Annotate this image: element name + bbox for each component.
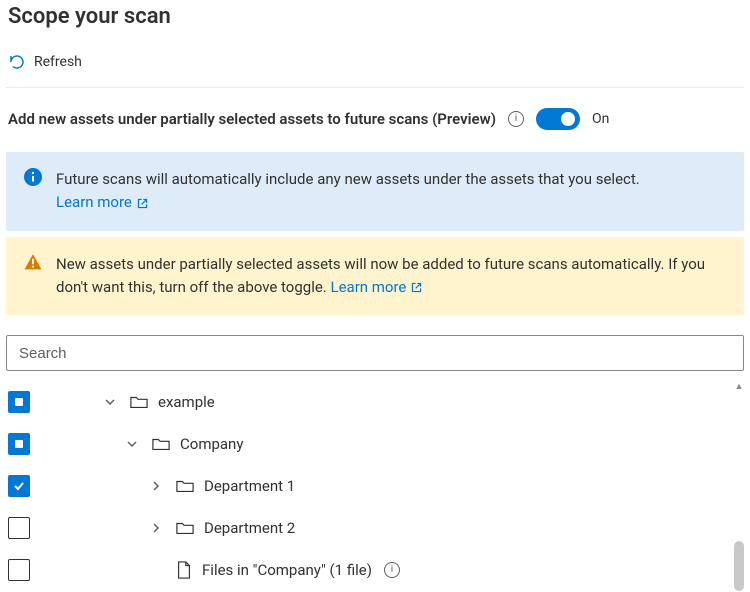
folder-icon [152, 436, 170, 452]
chevron-down-icon[interactable] [122, 438, 142, 450]
chevron-down-icon[interactable] [100, 396, 120, 408]
info-icon[interactable]: i [384, 562, 400, 578]
external-link-icon [410, 278, 423, 296]
future-scans-toggle[interactable] [536, 108, 580, 130]
info-text: Future scans will automatically include … [56, 170, 640, 188]
tree-item-label: Department 2 [204, 519, 295, 537]
info-panel: Future scans will automatically include … [6, 152, 744, 231]
toggle-state-label: On [592, 111, 609, 127]
tree-row[interactable]: Company [6, 423, 744, 465]
tree-row[interactable]: Department 1 [6, 465, 744, 507]
vertical-scrollbar[interactable]: ▲ [734, 379, 744, 591]
folder-icon [176, 520, 194, 536]
toggle-caption: Add new assets under partially selected … [8, 110, 496, 128]
tree-row[interactable]: Files in "Company" (1 file) i [6, 549, 744, 591]
assets-tree: example Company [6, 377, 744, 591]
refresh-label: Refresh [34, 54, 82, 70]
tree-item-label: Department 1 [204, 477, 295, 495]
tree-row[interactable]: example [6, 381, 744, 423]
chevron-right-icon[interactable] [146, 522, 166, 534]
checkbox-unchecked[interactable] [8, 517, 30, 539]
warning-panel: New assets under partially selected asse… [6, 237, 744, 316]
folder-icon [176, 478, 194, 494]
info-learn-more-link[interactable]: Learn more [56, 193, 149, 211]
chevron-right-icon[interactable] [146, 480, 166, 492]
tree-item-label: Company [180, 435, 243, 453]
external-link-icon [136, 193, 149, 211]
tree-item-label: Files in "Company" (1 file) [202, 561, 372, 579]
checkbox-partial[interactable] [8, 433, 30, 455]
checkbox-partial[interactable] [8, 391, 30, 413]
checkbox-checked[interactable] [8, 475, 30, 497]
tree-item-label: example [158, 393, 215, 411]
warning-learn-more-link[interactable]: Learn more [331, 278, 424, 296]
search-input[interactable] [6, 335, 744, 371]
tree-row[interactable]: Department 2 [6, 507, 744, 549]
warning-icon [24, 253, 42, 271]
refresh-icon [8, 53, 26, 71]
info-icon[interactable]: i [508, 111, 524, 127]
info-icon [24, 168, 42, 186]
checkbox-unchecked[interactable] [8, 559, 30, 581]
page-title: Scope your scan [8, 4, 744, 29]
file-icon [176, 561, 192, 579]
refresh-button[interactable]: Refresh [6, 53, 744, 81]
folder-icon [130, 394, 148, 410]
